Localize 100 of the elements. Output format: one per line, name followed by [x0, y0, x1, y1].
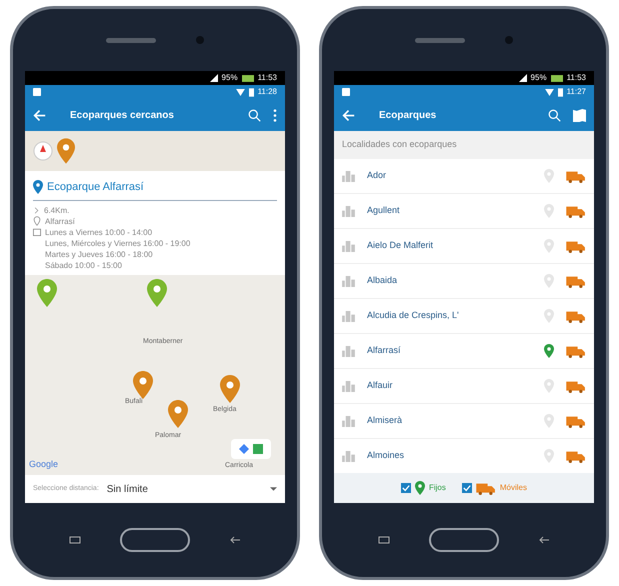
toolbar-title: Ecoparques — [378, 108, 438, 122]
buildings-icon — [342, 380, 355, 392]
home-button[interactable] — [120, 528, 190, 552]
wifi-icon — [544, 88, 554, 96]
buildings-icon — [342, 240, 355, 252]
town-row[interactable]: Alfauir — [334, 369, 594, 404]
opening-hours: Sábado 10:00 - 15:00 — [45, 260, 123, 270]
location-pin-icon — [33, 216, 41, 226]
signal-icon — [518, 74, 527, 82]
distance-value: Sin límite — [106, 482, 149, 496]
battery-icon — [242, 74, 254, 82]
town-row[interactable]: Ador — [334, 159, 594, 194]
filter-checkbox[interactable] — [400, 483, 411, 493]
map-pin-icon — [33, 180, 43, 194]
filter-checkbox[interactable] — [462, 483, 472, 493]
town-name: Ador — [367, 169, 388, 182]
clock-time: 11:28 — [258, 86, 277, 98]
truck-icon — [566, 414, 586, 428]
check-icon — [402, 484, 410, 492]
truck-icon — [566, 240, 586, 252]
front-camera — [505, 36, 513, 44]
map-icon[interactable] — [573, 108, 586, 122]
town-row[interactable]: Aielo De Malferit — [334, 229, 594, 264]
town-row[interactable]: Agullent — [334, 194, 594, 229]
map-pin-icon — [544, 344, 554, 358]
opening-hours: Lunes a Viernes 10:00 - 14:00 — [45, 226, 154, 238]
notification-icon — [33, 88, 41, 96]
opening-hours: Martes y Jueves 16:00 - 18:00 — [45, 248, 154, 260]
wifi-icon — [236, 88, 245, 96]
town-row[interactable]: Alfarrasí — [334, 334, 594, 369]
buildings-icon — [342, 346, 355, 356]
town-name: Albaida — [367, 274, 398, 288]
map-pin-icon — [544, 309, 554, 323]
buildings-icon — [342, 416, 355, 426]
recent-apps-icon[interactable] — [68, 536, 81, 544]
signal-icon — [210, 74, 218, 82]
back-arrow-icon[interactable] — [33, 108, 46, 122]
clock-time: 11:27 — [566, 86, 586, 98]
search-icon[interactable] — [248, 108, 261, 122]
truck-icon — [566, 380, 586, 392]
town-name: Agullent — [367, 204, 401, 218]
chevron-icon — [34, 206, 39, 214]
truck-icon — [566, 170, 586, 182]
map-pin-icon — [57, 138, 75, 164]
back-icon[interactable] — [229, 536, 242, 544]
buildings-icon — [342, 450, 355, 462]
buildings-icon — [342, 276, 355, 286]
compass-icon[interactable] — [33, 141, 53, 161]
map-pin-icon — [414, 481, 425, 495]
opening-hours: Lunes, Miércoles y Viernes 16:00 - 19:00 — [45, 238, 190, 248]
maps-shortcut-button[interactable] — [231, 439, 271, 459]
more-vertical-icon[interactable] — [273, 108, 277, 122]
town-name: Alfauir — [367, 379, 394, 392]
map-pin-icon — [544, 449, 554, 463]
distance-text: 6.4Km. — [44, 204, 70, 216]
filter-label: Fijos — [428, 482, 446, 494]
town-row[interactable]: Albaida — [334, 264, 594, 299]
truck-icon — [566, 310, 586, 322]
ecopark-title: Ecoparque Alfarrasí — [47, 180, 144, 195]
battery-icon — [550, 74, 563, 82]
buildings-icon — [342, 310, 355, 322]
search-icon[interactable] — [548, 108, 561, 122]
dropdown-caret-icon — [270, 487, 277, 491]
map-pin-icon — [544, 414, 554, 428]
list-subheader: Localidades con ecoparques — [334, 131, 594, 159]
town-name: Alcudia de Crespins, L' — [367, 309, 460, 322]
buildings-icon — [342, 206, 355, 216]
back-arrow-icon[interactable] — [342, 108, 355, 122]
map-pin-icon — [544, 169, 554, 183]
clock-time: 11:53 — [566, 72, 586, 84]
battery-icon — [558, 88, 563, 96]
map-pin-icon — [544, 379, 554, 393]
truck-icon — [566, 344, 586, 358]
toolbar-title: Ecoparques cercanos — [69, 108, 175, 122]
town-row[interactable]: Alcudia de Crespins, L' — [334, 299, 594, 334]
battery-percent: 95% — [222, 72, 238, 84]
recent-apps-icon[interactable] — [378, 536, 390, 544]
clock-time: 11:53 — [258, 72, 277, 84]
filter-label: Móviles — [500, 482, 527, 494]
town-name: Almiserà — [367, 414, 404, 428]
truck-icon — [566, 274, 586, 288]
truck-icon — [476, 482, 496, 494]
map-pin-icon — [544, 274, 554, 288]
map-logo: Google — [29, 458, 58, 471]
front-camera — [196, 36, 204, 44]
speaker-grille — [106, 38, 156, 42]
check-icon — [462, 484, 471, 492]
buildings-icon — [342, 170, 355, 182]
town-row[interactable]: Almiserà — [334, 404, 594, 439]
town-name: Almoines — [367, 449, 406, 462]
directions-icon — [239, 444, 249, 454]
truck-icon — [566, 450, 586, 462]
map-pin-icon — [544, 239, 554, 253]
map-pin-icon — [544, 204, 554, 218]
home-button[interactable] — [428, 528, 499, 552]
notification-icon — [342, 88, 350, 96]
back-icon[interactable] — [538, 536, 550, 544]
town-name: Alfarrasí — [367, 344, 402, 358]
battery-icon — [248, 88, 254, 96]
town-text: Alfarrasí — [45, 216, 75, 226]
